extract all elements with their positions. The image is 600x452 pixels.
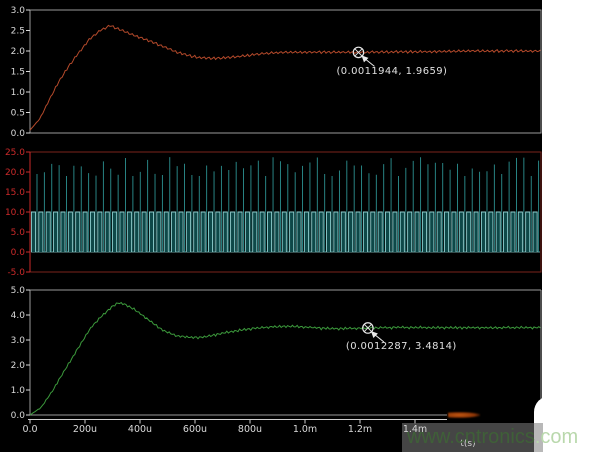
watermark-suffix: .com bbox=[535, 426, 578, 448]
y-tick-label: 2.5 bbox=[11, 27, 25, 37]
y-tick-label: 15.0 bbox=[5, 188, 25, 198]
y-tick-label: 1.0 bbox=[11, 88, 26, 98]
y-tick-label: 3.0 bbox=[11, 336, 26, 346]
cursor-marker-plot1[interactable] bbox=[353, 47, 374, 66]
y-tick-label: 20.0 bbox=[5, 168, 25, 178]
waveform-viewer: 3.0 2.5 2.0 1.5 1.0 0.5 0.0 25.0 20.0 15.0 10.0 5.0… bbox=[0, 0, 600, 452]
y-tick-label: 5.0 bbox=[11, 286, 26, 296]
watermark-text: www.cntronics.com bbox=[407, 424, 578, 451]
y-tick-label: 3.0 bbox=[11, 6, 26, 16]
plot-canvas: 3.0 2.5 2.0 1.5 1.0 0.5 0.0 25.0 20.0 15.0 10.0 5.0… bbox=[0, 0, 600, 452]
y-tick-label: 25.0 bbox=[5, 148, 25, 158]
pwm-fill bbox=[31, 212, 537, 252]
trace-step-response-upper bbox=[30, 25, 540, 130]
cursor-readout-lower[interactable]: (0.0012287, 3.4814) bbox=[346, 341, 457, 352]
y-tick-label: 1.0 bbox=[11, 386, 26, 396]
y-tick-label: 2.0 bbox=[11, 47, 26, 57]
y-tick-label: 1.5 bbox=[11, 68, 25, 78]
plot1-border bbox=[30, 10, 541, 133]
cursor-marker-plot3[interactable] bbox=[363, 323, 384, 342]
axis-artifact bbox=[448, 412, 480, 418]
y-tick-label: 0.5 bbox=[11, 109, 25, 119]
trace-step-response-lower bbox=[30, 303, 540, 415]
cursor-readout-upper[interactable]: (0.0011944, 1.9659) bbox=[336, 66, 447, 77]
y-tick-label: 2.0 bbox=[11, 361, 26, 371]
page-background-strip bbox=[542, 0, 600, 452]
y-tick-label: 0.0 bbox=[11, 129, 26, 139]
y-tick-label: 5.0 bbox=[11, 228, 26, 238]
y-tick-label: 0.0 bbox=[11, 248, 26, 258]
y-tick-label: 4.0 bbox=[11, 311, 26, 321]
y-tick-label: -5.0 bbox=[7, 268, 25, 278]
y-tick-label: 10.0 bbox=[5, 208, 25, 218]
y-tick-label: 0.0 bbox=[11, 411, 26, 421]
watermark-main: www.cntronics bbox=[407, 426, 535, 448]
